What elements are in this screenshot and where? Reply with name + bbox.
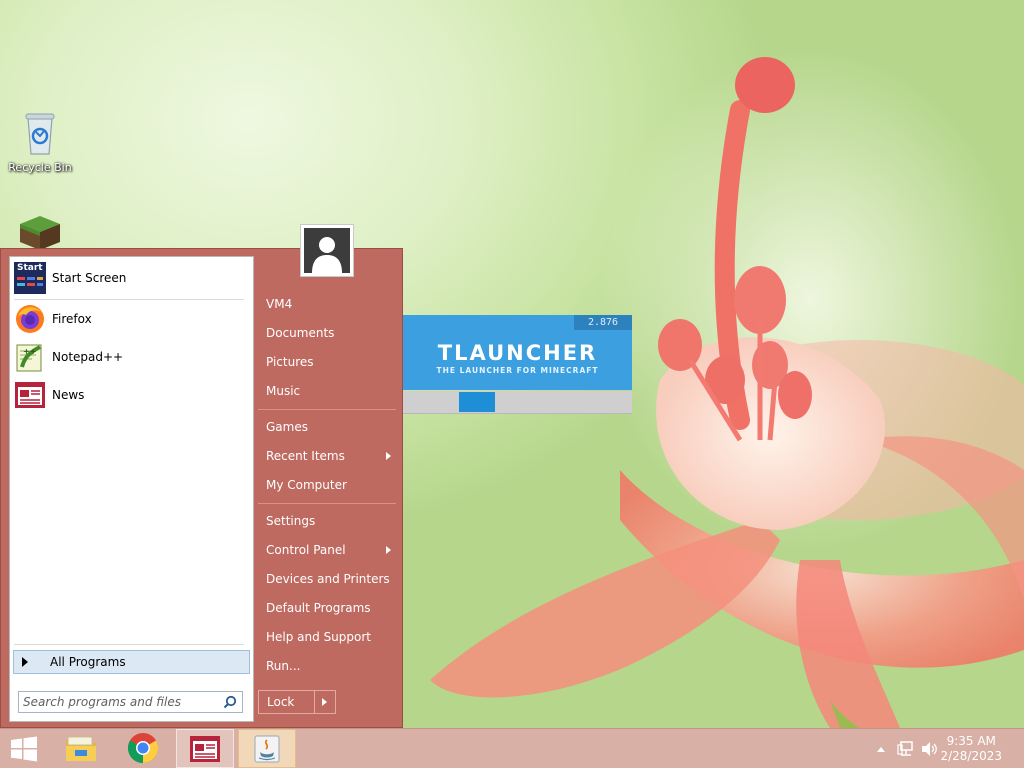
taskbar-clock[interactable]: 9:35 AM 2/28/2023 — [940, 734, 1002, 764]
tlauncher-splash: 2.876 TLAUNCHER THE LAUNCHER FOR MINECRA… — [403, 315, 632, 414]
all-programs-button[interactable]: All Programs — [13, 650, 250, 674]
start-menu-item-pictures[interactable]: Pictures — [258, 349, 396, 375]
chrome-button[interactable] — [114, 729, 172, 768]
user-avatar[interactable] — [300, 224, 354, 277]
start-menu-item-music[interactable]: Music — [258, 378, 396, 404]
pinned-notepad-plus-plus[interactable]: ++ Notepad++ — [14, 340, 248, 374]
pinned-start-screen-label: Start Screen — [52, 271, 127, 285]
chrome-icon — [127, 733, 159, 764]
item-label: Settings — [266, 514, 316, 528]
java-icon — [254, 735, 280, 763]
pinned-news-label: News — [52, 388, 85, 402]
news-taskbar-button[interactable] — [176, 729, 234, 768]
tlauncher-subtitle: THE LAUNCHER FOR MINECRAFT — [436, 366, 599, 375]
recycle-bin-label: Recycle Bin — [8, 161, 72, 174]
submenu-arrow-icon — [386, 452, 391, 460]
tlauncher-progress-bar — [403, 391, 632, 414]
start-screen-icon-text: Start — [17, 263, 43, 273]
taskbar: 9:35 AM 2/28/2023 — [0, 728, 1024, 768]
search-input[interactable] — [23, 694, 213, 710]
search-box[interactable] — [18, 691, 243, 713]
start-menu-item-documents[interactable]: Documents — [258, 320, 396, 346]
item-label: My Computer — [266, 478, 347, 492]
clock-time: 9:35 AM — [946, 734, 996, 748]
start-menu-item-devices-and-printers[interactable]: Devices and Printers — [258, 566, 396, 592]
pinned-notepad-plus-plus-label: Notepad++ — [52, 350, 124, 364]
lock-button[interactable]: Lock — [259, 691, 315, 713]
firefox-icon — [16, 305, 44, 333]
lock-button-group: Lock — [258, 690, 336, 714]
start-menu-item-default-programs[interactable]: Default Programs — [258, 595, 396, 621]
all-programs-separator — [14, 644, 244, 645]
item-label: Pictures — [266, 355, 314, 369]
item-label: Documents — [266, 326, 335, 340]
search-icon[interactable] — [223, 695, 237, 709]
java-taskbar-button[interactable] — [238, 729, 296, 768]
start-menu-item-recent-items[interactable]: Recent Items — [258, 443, 396, 469]
item-label: Default Programs — [266, 601, 371, 615]
clock-date: 2/28/2023 — [940, 749, 1002, 763]
start-menu-item-my-computer[interactable]: My Computer — [258, 472, 396, 498]
system-tray — [870, 729, 940, 768]
right-column-separator — [258, 409, 396, 410]
expand-arrow-icon — [22, 657, 28, 667]
start-menu-programs-pane: Start Start Screen Firefox ++ Notepad++ … — [9, 256, 254, 722]
minecraft-block-icon — [20, 216, 60, 250]
tlauncher-version: 2.876 — [574, 315, 632, 330]
item-label: Recent Items — [266, 449, 345, 463]
notepad-plus-plus-icon: ++ — [16, 344, 42, 372]
item-label: Devices and Printers — [266, 572, 390, 586]
news-icon — [190, 736, 220, 762]
pinned-news[interactable]: News — [14, 378, 248, 412]
folder-icon — [66, 736, 96, 761]
pinned-firefox[interactable]: Firefox — [14, 302, 248, 336]
item-label: Help and Support — [266, 630, 371, 644]
power-options-arrow-button[interactable] — [315, 691, 335, 713]
show-hidden-icons-chevron-icon[interactable] — [876, 745, 886, 753]
submenu-arrow-icon — [386, 546, 391, 554]
svg-text:++: ++ — [23, 347, 36, 356]
news-icon — [15, 382, 45, 408]
item-label: Run... — [266, 659, 301, 673]
network-icon[interactable] — [897, 741, 915, 757]
recycle-bin-icon — [25, 113, 55, 155]
file-explorer-button[interactable] — [52, 729, 110, 768]
start-menu-item-control-panel[interactable]: Control Panel — [258, 537, 396, 563]
start-menu-item-run[interactable]: Run... — [258, 653, 396, 679]
start-button[interactable] — [0, 729, 48, 768]
start-menu-item-vm4[interactable]: VM4 — [258, 291, 396, 317]
item-label: Music — [266, 384, 301, 398]
tlauncher-title: TLAUNCHER — [437, 341, 598, 365]
start-menu-item-games[interactable]: Games — [258, 414, 396, 440]
all-programs-label: All Programs — [50, 655, 126, 669]
windows-logo-icon — [11, 736, 37, 762]
tlauncher-progress-indicator — [459, 392, 495, 412]
right-column-separator — [258, 503, 396, 504]
start-menu-item-settings[interactable]: Settings — [258, 508, 396, 534]
item-label: Games — [266, 420, 308, 434]
chevron-right-icon — [322, 698, 327, 706]
start-screen-icon: Start — [14, 262, 46, 294]
start-menu-item-help-and-support[interactable]: Help and Support — [258, 624, 396, 650]
user-icon — [312, 237, 342, 273]
tlauncher-header: 2.876 TLAUNCHER THE LAUNCHER FOR MINECRA… — [403, 315, 632, 390]
volume-icon[interactable] — [921, 741, 939, 757]
pinned-start-screen[interactable]: Start Start Screen — [14, 261, 248, 295]
pinned-firefox-label: Firefox — [52, 312, 92, 326]
pinned-separator — [14, 299, 244, 300]
item-label: VM4 — [266, 297, 293, 311]
item-label: Control Panel — [266, 543, 346, 557]
recycle-bin-desktop-icon[interactable]: Recycle Bin — [0, 110, 80, 174]
